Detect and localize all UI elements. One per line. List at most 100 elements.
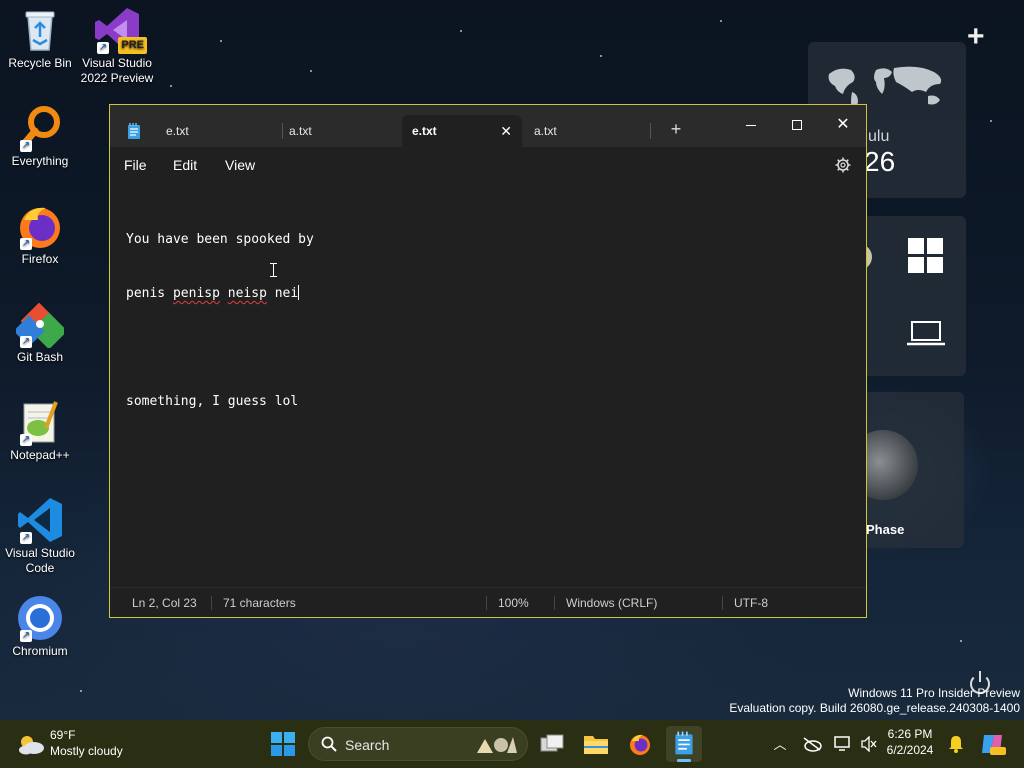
editor-line-1: You have been spooked by (126, 232, 314, 247)
weather-widget[interactable]: 69°F Mostly cloudy (14, 726, 154, 762)
everything-search-icon: ↗ (16, 104, 64, 152)
taskbar-search[interactable]: Search (308, 727, 528, 761)
notepad-app-icon (128, 123, 140, 139)
weather-temperature: 69°F (50, 728, 76, 742)
clock-time: 6:26 PM (887, 727, 933, 741)
shortcut-arrow-icon: ↗ (20, 532, 32, 544)
desktop-icon-label: Git Bash (16, 350, 64, 364)
notepad-window[interactable]: e.txt a.txt e.txt ✕ a.txt + ✕ File Edit … (109, 104, 867, 618)
add-widget-button[interactable]: + (967, 22, 985, 52)
tab-a-txt-2[interactable]: a.txt (524, 115, 644, 147)
menu-edit[interactable]: Edit (167, 155, 203, 175)
new-tab-button[interactable]: + (666, 119, 686, 140)
tab-label: e.txt (166, 124, 189, 138)
close-icon: ✕ (836, 116, 850, 133)
misspelled-word: neisp (227, 286, 267, 301)
tab-separator (650, 123, 651, 139)
desktop-icon-label: Chromium (12, 644, 68, 658)
minimize-button[interactable] (728, 109, 774, 139)
windows-start-icon (271, 732, 295, 756)
desktop-icon-chromium[interactable]: ↗ Chromium (0, 594, 80, 659)
active-app-indicator (677, 759, 691, 762)
show-hidden-icons-button[interactable]: ︿ (772, 734, 788, 754)
file-explorer-button[interactable] (578, 726, 614, 762)
status-bar: Ln 2, Col 23 71 characters 100% Windows … (110, 587, 866, 617)
search-highlight-icon (477, 737, 517, 753)
weather-description: Mostly cloudy (50, 744, 123, 758)
status-cursor-position[interactable]: Ln 2, Col 23 (132, 596, 197, 610)
close-window-button[interactable]: ✕ (820, 109, 866, 139)
firefox-icon: ↗ (16, 202, 64, 250)
tab-e-txt-1[interactable]: e.txt (156, 115, 276, 147)
editor-line-2: penis penisp neisp nei (126, 285, 300, 301)
status-separator (554, 596, 555, 610)
copilot-preview-icon[interactable] (980, 731, 1006, 757)
desktop-icon-everything[interactable]: ↗ Everything (0, 104, 80, 169)
desktop-icon-label: Notepad++ (10, 448, 70, 462)
desktop-icon-label: Visual Studio 2022 Preview (80, 56, 154, 85)
moon-phase-label: Phase (866, 522, 905, 537)
minimize-icon (746, 124, 756, 126)
desktop-icon-vscode[interactable]: ↗ Visual Studio Code (0, 496, 80, 576)
text-editor[interactable]: You have been spooked by penis penisp ne… (126, 195, 846, 575)
onedrive-offline-icon[interactable] (802, 736, 822, 752)
status-zoom[interactable]: 100% (498, 596, 529, 610)
partly-cloudy-icon (19, 736, 44, 755)
desktop-icon-label: Firefox (21, 252, 59, 266)
shortcut-arrow-icon: ↗ (20, 238, 32, 250)
task-view-icon (540, 734, 564, 752)
tab-e-txt-active[interactable]: e.txt ✕ (402, 115, 522, 147)
settings-gear-icon[interactable] (835, 157, 851, 173)
visual-studio-icon: PRE ↗ (93, 6, 147, 54)
desktop-icon-git-bash[interactable]: ↗ Git Bash (0, 300, 80, 365)
watermark-build: Evaluation copy. Build 26080.ge_release.… (729, 701, 1020, 715)
clock[interactable]: 6:26 PM 6/2/2024 (880, 726, 940, 758)
maximize-icon (792, 120, 802, 131)
menu-file[interactable]: File (118, 155, 153, 175)
notification-bell-icon[interactable] (948, 735, 964, 753)
status-character-count: 71 characters (223, 596, 296, 610)
start-button[interactable] (265, 726, 301, 762)
notepad-plus-plus-icon: ↗ (16, 398, 64, 446)
watermark-edition: Windows 11 Pro Insider Preview (848, 686, 1020, 700)
preview-badge: PRE (118, 37, 147, 54)
recycle-bin-icon (16, 6, 64, 54)
clock-city-label: ulu (868, 128, 890, 145)
notepad-taskbar-button[interactable] (666, 726, 702, 762)
desktop-icon-firefox[interactable]: ↗ Firefox (0, 202, 80, 267)
close-tab-icon[interactable]: ✕ (500, 115, 512, 147)
tab-label: a.txt (289, 124, 312, 138)
desktop-icon-notepad-plus-plus[interactable]: ↗ Notepad++ (0, 398, 80, 463)
status-line-ending[interactable]: Windows (CRLF) (566, 596, 657, 610)
desktop-icon-label: Recycle Bin (8, 56, 72, 70)
network-icon[interactable] (834, 736, 852, 752)
desktop-icon-recycle-bin[interactable]: Recycle Bin (0, 6, 80, 71)
firefox-taskbar-button[interactable] (622, 726, 658, 762)
shortcut-arrow-icon: ↗ (20, 434, 32, 446)
status-separator (722, 596, 723, 610)
editor-line-3 (126, 339, 846, 357)
desktop-icon-label: Visual Studio Code (5, 546, 75, 575)
search-icon (321, 736, 337, 752)
desktop-icon-label: Everything (11, 154, 69, 168)
chromium-icon: ↗ (16, 594, 64, 642)
task-view-button[interactable] (534, 726, 570, 762)
tab-label: a.txt (534, 124, 557, 138)
volume-muted-icon[interactable] (860, 736, 878, 752)
tab-a-txt-1[interactable]: a.txt (279, 115, 399, 147)
tab-label: e.txt (412, 124, 437, 138)
clock-time-value: 26 (864, 146, 896, 177)
title-bar[interactable]: e.txt a.txt e.txt ✕ a.txt + ✕ (110, 105, 866, 147)
search-label: Search (345, 737, 390, 753)
taskbar: 69°F Mostly cloudy Search ︿ 6:26 PM 6/2/… (0, 720, 1024, 768)
maximize-button[interactable] (774, 109, 820, 139)
status-encoding[interactable]: UTF-8 (734, 596, 768, 610)
menu-view[interactable]: View (219, 155, 261, 175)
shortcut-arrow-icon: ↗ (97, 42, 109, 54)
clock-date: 6/2/2024 (886, 743, 934, 757)
desktop-icon-visual-studio-2022[interactable]: PRE ↗ Visual Studio 2022 Preview (77, 6, 157, 86)
misspelled-word: penisp (172, 286, 220, 301)
notepad-app-icon (675, 731, 693, 755)
shortcut-arrow-icon: ↗ (20, 630, 32, 642)
firefox-icon (630, 734, 650, 755)
